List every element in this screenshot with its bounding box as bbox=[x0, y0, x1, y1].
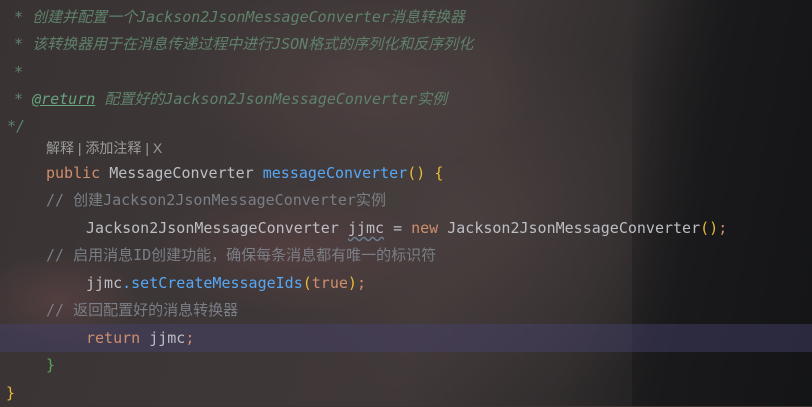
doc-text: 配置好的Jackson2JsonMessageConverter实例 bbox=[104, 90, 448, 108]
method-close-brace: } bbox=[46, 356, 56, 374]
return-type[interactable]: MessageConverter bbox=[109, 164, 254, 182]
add-comment-link[interactable]: 添加注释 bbox=[85, 140, 141, 156]
call-object[interactable]: jjmc bbox=[86, 274, 122, 292]
call-open-paren: ( bbox=[302, 274, 312, 292]
semicolon: ; bbox=[356, 274, 366, 292]
doc-star: * bbox=[14, 8, 24, 26]
method-parens: () bbox=[407, 164, 426, 182]
doc-star: * bbox=[14, 63, 24, 81]
explain-link[interactable]: 解释 bbox=[46, 140, 74, 156]
comment-line-1: // 创建Jackson2JsonMessageConverter实例 bbox=[46, 191, 386, 209]
code-editor[interactable]: * 创建并配置一个Jackson2JsonMessageConverter消息转… bbox=[0, 0, 812, 406]
javadoc-line-1: * 创建并配置一个Jackson2JsonMessageConverter消息转… bbox=[14, 4, 465, 31]
decl-variable[interactable]: jjmc bbox=[348, 219, 384, 237]
return-variable[interactable]: jjmc bbox=[149, 329, 185, 347]
keyword-return: return bbox=[86, 329, 141, 347]
comment-line-3: // 返回配置好的消息转换器 bbox=[46, 301, 239, 319]
doc-star: * bbox=[14, 90, 24, 108]
assign-operator: = bbox=[393, 219, 403, 237]
method-signature: public MessageConverter messageConverter… bbox=[46, 160, 443, 187]
call-argument: true bbox=[311, 274, 348, 292]
separator: | bbox=[145, 140, 149, 156]
doc-text: 该转换器用于在消息传递过程中进行JSON格式的序列化和反序列化 bbox=[32, 35, 474, 53]
close-hints-icon[interactable]: X bbox=[153, 140, 162, 156]
keyword-public: public bbox=[46, 164, 101, 182]
keyword-new: new bbox=[411, 219, 439, 237]
doc-return-tag[interactable]: @return bbox=[32, 90, 95, 108]
constructor-name[interactable]: Jackson2JsonMessageConverter bbox=[447, 219, 700, 237]
javadoc-line-2: * 该转换器用于在消息传递过程中进行JSON格式的序列化和反序列化 bbox=[14, 31, 473, 58]
constructor-parens: () bbox=[700, 219, 719, 237]
declaration-line: Jackson2JsonMessageConverter jjmc = new … bbox=[86, 215, 727, 242]
doc-star: * bbox=[14, 35, 24, 53]
separator: | bbox=[77, 140, 82, 156]
setter-call-line: jjmc.setCreateMessageIds(true); bbox=[86, 270, 366, 297]
ai-inlay-hints: 解释 | 添加注释 | X bbox=[46, 135, 162, 162]
javadoc-line-3: * bbox=[14, 59, 23, 86]
class-close-brace: } bbox=[6, 384, 16, 402]
method-open-brace: { bbox=[434, 164, 444, 182]
method-name[interactable]: messageConverter bbox=[263, 164, 408, 182]
return-line[interactable]: return jjmc; bbox=[86, 325, 194, 352]
semicolon: ; bbox=[185, 329, 195, 347]
semicolon: ; bbox=[718, 219, 728, 237]
call-method[interactable]: .setCreateMessageIds bbox=[122, 274, 303, 292]
javadoc-line-4: * @return 配置好的Jackson2JsonMessageConvert… bbox=[14, 86, 447, 113]
call-close-paren: ) bbox=[347, 274, 357, 292]
decl-type[interactable]: Jackson2JsonMessageConverter bbox=[86, 219, 339, 237]
doc-text: 创建并配置一个Jackson2JsonMessageConverter消息转换器 bbox=[32, 8, 465, 26]
javadoc-close: */ bbox=[7, 117, 26, 135]
comment-line-2: // 启用消息ID创建功能，确保每条消息都有唯一的标识符 bbox=[46, 246, 437, 264]
